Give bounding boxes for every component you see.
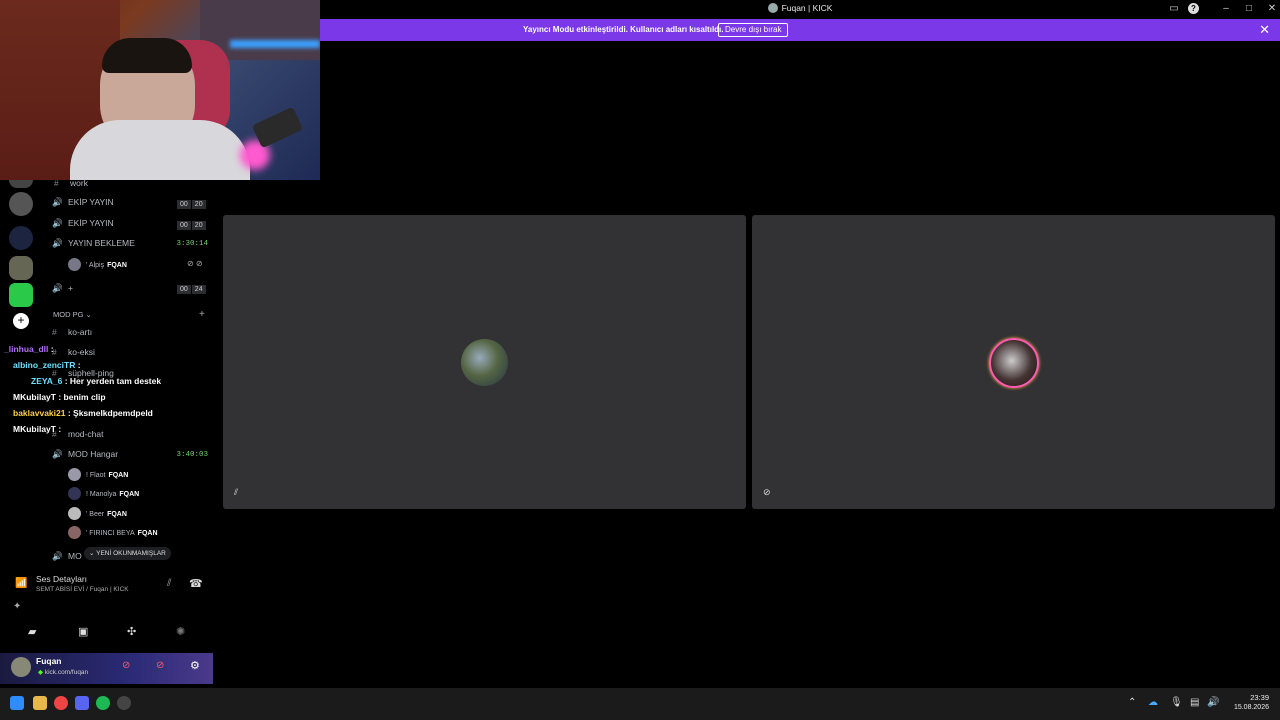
voice-channel-plus[interactable]: 🔊 + — [52, 283, 73, 294]
server-icon[interactable] — [9, 192, 33, 216]
participant-tile-2[interactable]: ⊘ — [752, 215, 1275, 509]
volume-icon[interactable]: 🔊 — [1207, 697, 1219, 708]
chrome-icon[interactable] — [54, 696, 68, 710]
new-unreads-pill[interactable]: ⌄ YENİ OKUNMAMIŞLAR — [84, 547, 171, 560]
participant-avatar — [461, 339, 508, 386]
add-server-icon[interactable]: + — [13, 313, 29, 329]
channel-work[interactable]: # work — [54, 178, 88, 188]
chevron-up-icon[interactable]: ⌃ — [1128, 697, 1136, 708]
user-count-badge: 00 20 — [177, 200, 207, 209]
chat-message: baklavvaki21 : Şksmelkdpemdpeld — [13, 408, 153, 418]
voice-channel-ekip-1[interactable]: 🔊 EKİP YAYIN — [52, 197, 114, 208]
voice-user[interactable]: ! Flaot FQAN — [68, 468, 128, 481]
chat-message: _linhua_dll : — [4, 344, 54, 354]
speaker-icon: 🔊 — [52, 238, 63, 248]
chat-message: MKubilayT : — [13, 424, 62, 434]
maximize-button[interactable]: □ — [1242, 3, 1256, 15]
windows-start-icon[interactable] — [10, 696, 24, 710]
discord-taskbar-icon[interactable] — [75, 696, 89, 710]
noise-suppression-icon[interactable]: ⫽ — [167, 578, 171, 589]
voice-channel-ekip-2[interactable]: 🔊 EKİP YAYIN — [52, 218, 114, 229]
add-channel-icon[interactable]: + — [199, 309, 205, 320]
onedrive-icon[interactable]: ☁ — [1148, 697, 1158, 708]
inbox-icon[interactable]: ▭ — [1167, 3, 1181, 15]
window-title: Fuqan | KICK — [320, 3, 1280, 13]
chat-message: albino_zenciTR : — [13, 360, 81, 370]
server-icon[interactable] — [9, 283, 33, 307]
clock-date[interactable]: 15.08.2026 — [1220, 704, 1269, 711]
avatar — [68, 487, 81, 500]
avatar — [68, 468, 81, 481]
voice-details-title[interactable]: Ses Detayları — [36, 574, 87, 584]
username: Fuqan — [36, 656, 62, 666]
spotify-icon[interactable] — [96, 696, 110, 710]
windows-taskbar: ⌃ ☁ 🎙 ▤ 🔊 23:39 15.08.2026 — [0, 688, 1280, 720]
discord-icon — [767, 3, 778, 13]
deafened-icon: ⊘ — [763, 487, 771, 497]
user-status: ◆ kick.com/fuqan — [38, 669, 89, 676]
file-explorer-icon[interactable] — [33, 696, 47, 710]
participant-tile-1[interactable]: ⫽ — [223, 215, 746, 509]
minimize-button[interactable]: – — [1219, 3, 1233, 15]
channel-ko-eksi[interactable]: # ko-eksi — [52, 347, 95, 357]
disconnect-icon[interactable]: ☎ — [189, 577, 203, 590]
voice-user[interactable]: ! Manolya FQAN — [68, 487, 139, 500]
avatar — [68, 507, 81, 520]
voice-user[interactable]: ' FIRINCI BEYA FQAN — [68, 526, 158, 539]
banner-close-icon[interactable]: ✕ — [1259, 22, 1270, 38]
user-count-badge: 00 20 — [177, 221, 207, 230]
microphone-icon[interactable]: 🎙 — [1170, 697, 1183, 708]
voice-user[interactable]: ' Beer FQAN — [68, 507, 127, 520]
help-icon[interactable]: ? — [1188, 3, 1199, 14]
participant-avatar — [989, 338, 1039, 388]
title-bar: Fuqan | KICK ▭ ? – □ ✕ — [320, 0, 1280, 19]
user-panel: Fuqan ◆ kick.com/fuqan ⊘ ⊘ ⚙ — [0, 653, 213, 684]
voice-channel-yayin-bekleme[interactable]: 🔊 YAYIN BEKLEME — [52, 238, 135, 249]
speaker-icon: 🔊 — [52, 218, 63, 228]
clock-time[interactable]: 23:39 — [1229, 693, 1269, 702]
soundboard-button-icon[interactable]: ✺ — [176, 625, 185, 638]
voice-details-subtitle: SEMT ABİSİ EVİ / Fuqan | KICK — [36, 586, 129, 593]
network-icon[interactable]: ▤ — [1190, 697, 1199, 708]
speaker-icon: 🔊 — [52, 551, 63, 561]
speaker-icon: 🔊 — [52, 197, 63, 207]
channel-timer: 3:30:14 — [176, 240, 208, 248]
voice-connection-panel: 📶 Ses Detayları SEMT ABİSİ EVİ / Fuqan |… — [0, 568, 213, 653]
mic-muted-icon[interactable]: ⊘ — [122, 660, 130, 671]
muted-icons: ⊘ ⊘ — [187, 259, 203, 268]
avatar[interactable] — [11, 657, 31, 677]
disable-streamer-mode-button[interactable]: Devre dışı bırak — [718, 23, 789, 37]
signal-icon: 📶 — [15, 578, 28, 589]
soundboard-icon: ✦ — [13, 601, 22, 612]
mic-muted-icon: ⫽ — [234, 487, 239, 497]
user-count-badge: 00 24 — [177, 285, 207, 294]
camera-off-icon[interactable]: ▰ — [28, 625, 36, 638]
app-icon[interactable] — [117, 696, 131, 710]
avatar — [68, 258, 81, 271]
webcam-overlay — [0, 0, 320, 180]
server-icon[interactable] — [9, 180, 33, 188]
streamer-mode-banner: Yayıncı Modu etkinleştirildi. Kullanıcı … — [320, 19, 1280, 41]
headphones-muted-icon[interactable]: ⊘ — [156, 660, 164, 671]
settings-gear-icon[interactable]: ⚙ — [190, 659, 200, 672]
avatar — [68, 526, 81, 539]
channel-timer: 3:40:03 — [176, 451, 208, 459]
voice-user[interactable]: ' Alpiş FQAN — [68, 258, 127, 271]
chat-message: MKubilayT : benim clip — [13, 392, 106, 402]
server-icon[interactable] — [9, 256, 33, 280]
category-mod-pg[interactable]: MOD PG ⌄ — [53, 310, 92, 319]
screen-share-icon[interactable]: ▣ — [78, 625, 88, 638]
speaker-icon: 🔊 — [52, 449, 63, 459]
chat-message: ZEYA_6 : Her yerden tam destek — [31, 376, 162, 386]
close-window-button[interactable]: ✕ — [1265, 3, 1279, 15]
voice-channel-mo[interactable]: 🔊 MO — [52, 551, 82, 562]
voice-channel-mod-hangar[interactable]: 🔊 MOD Hangar — [52, 449, 118, 460]
banner-text: Yayıncı Modu etkinleştirildi. Kullanıcı … — [523, 25, 724, 34]
server-icon[interactable] — [9, 226, 33, 250]
activities-icon[interactable]: ✣ — [127, 625, 136, 638]
speaker-icon: 🔊 — [52, 283, 63, 293]
channel-ko-arti[interactable]: # ko-artı — [52, 327, 92, 337]
